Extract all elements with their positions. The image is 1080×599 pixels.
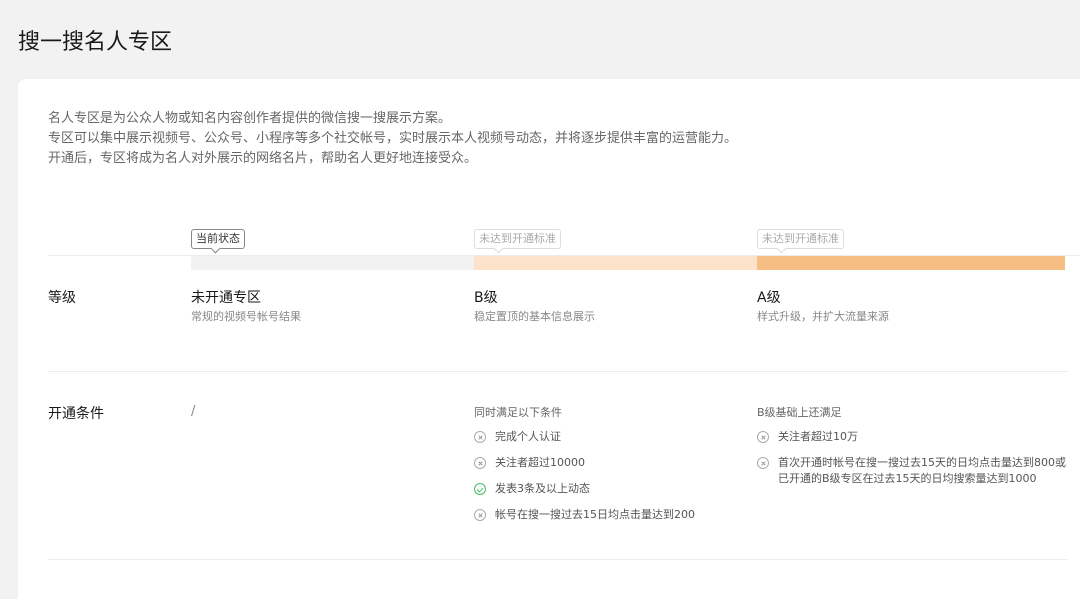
intro-text: 名人专区是为公众人物或知名内容创作者提供的微信搜一搜展示方案。 专区可以集中展示… bbox=[48, 109, 737, 169]
condition-text: 帐号在搜一搜过去15日均点击量达到200 bbox=[495, 507, 695, 523]
conditions-none: / bbox=[191, 404, 196, 419]
condition-text: 关注者超过10万 bbox=[778, 429, 858, 445]
b-level-status-tag: 未达到开通标准 bbox=[474, 229, 561, 249]
level-name-none: 未开通专区 bbox=[191, 290, 261, 306]
x-circle-icon bbox=[474, 431, 486, 443]
condition-item: 关注者超过10万 bbox=[757, 429, 1066, 445]
condition-item: 首次开通时帐号在搜一搜过去15天的日均点击量达到800或 已开通的B级专区在过去1… bbox=[757, 455, 1066, 487]
x-circle-icon bbox=[474, 457, 486, 469]
level-name-a: A级 bbox=[757, 290, 781, 306]
level-row-label: 等级 bbox=[48, 290, 76, 306]
page-title: 搜一搜名人专区 bbox=[18, 30, 173, 55]
level-name-b: B级 bbox=[474, 290, 498, 306]
condition-item: 发表3条及以上动态 bbox=[474, 481, 695, 497]
level-desc-none: 常规的视频号帐号结果 bbox=[191, 310, 301, 323]
conditions-b-list: 完成个人认证关注者超过10000 发表3条及以上动态帐号在搜一搜过去15日均点击量… bbox=[474, 429, 695, 523]
level-desc-a: 样式升级，并扩大流量来源 bbox=[757, 310, 889, 323]
condition-text-line: 发表3条及以上动态 bbox=[495, 482, 590, 495]
conditions-a-heading: B级基础上还满足 bbox=[757, 406, 842, 419]
condition-text-line: 完成个人认证 bbox=[495, 430, 561, 443]
x-circle-icon bbox=[757, 431, 769, 443]
row-divider bbox=[48, 371, 1068, 372]
condition-item: 关注者超过10000 bbox=[474, 455, 695, 471]
x-circle-icon bbox=[757, 457, 769, 469]
condition-text-line: 关注者超过10万 bbox=[778, 430, 858, 443]
conditions-b-heading: 同时满足以下条件 bbox=[474, 406, 562, 419]
celebrity-zone-card: 名人专区是为公众人物或知名内容创作者提供的微信搜一搜展示方案。 专区可以集中展示… bbox=[18, 79, 1080, 599]
conditions-a-list: 关注者超过10万首次开通时帐号在搜一搜过去15天的日均点击量达到800或 已开通的… bbox=[757, 429, 1066, 487]
intro-line: 专区可以集中展示视频号、公众号、小程序等多个社交帐号，实时展示本人视频号动态，并… bbox=[48, 131, 738, 146]
check-circle-icon bbox=[474, 483, 486, 495]
condition-text: 完成个人认证 bbox=[495, 429, 561, 445]
conditions-row-label: 开通条件 bbox=[48, 406, 104, 422]
condition-text: 发表3条及以上动态 bbox=[495, 481, 590, 497]
row-divider bbox=[48, 559, 1068, 560]
condition-text-line: 关注者超过10000 bbox=[495, 456, 585, 469]
progress-segment-none bbox=[191, 256, 474, 270]
condition-item: 完成个人认证 bbox=[474, 429, 695, 445]
x-circle-icon bbox=[474, 509, 486, 521]
progress-segment-a bbox=[757, 256, 1065, 270]
condition-text: 关注者超过10000 bbox=[495, 455, 585, 471]
current-status-tag: 当前状态 bbox=[191, 229, 245, 249]
conditions-b: 同时满足以下条件 完成个人认证关注者超过10000 发表3条及以上动态帐号在搜一搜… bbox=[474, 404, 695, 533]
condition-text: 首次开通时帐号在搜一搜过去15天的日均点击量达到800或 已开通的B级专区在过去1… bbox=[778, 455, 1066, 487]
condition-item: 帐号在搜一搜过去15日均点击量达到200 bbox=[474, 507, 695, 523]
intro-line: 开通后，专区将成为名人对外展示的网络名片，帮助名人更好地连接受众。 bbox=[48, 151, 478, 166]
condition-text-line: 已开通的B级专区在过去15天的日均搜索量达到1000 bbox=[778, 472, 1037, 485]
a-level-status-tag: 未达到开通标准 bbox=[757, 229, 844, 249]
level-desc-b: 稳定置顶的基本信息展示 bbox=[474, 310, 595, 323]
condition-text-line: 首次开通时帐号在搜一搜过去15天的日均点击量达到800或 bbox=[778, 456, 1066, 469]
intro-line: 名人专区是为公众人物或知名内容创作者提供的微信搜一搜展示方案。 bbox=[48, 111, 452, 126]
progress-segment-b bbox=[474, 256, 757, 270]
condition-text-line: 帐号在搜一搜过去15日均点击量达到200 bbox=[495, 508, 695, 521]
conditions-a: B级基础上还满足 关注者超过10万首次开通时帐号在搜一搜过去15天的日均点击量达… bbox=[757, 404, 1066, 497]
